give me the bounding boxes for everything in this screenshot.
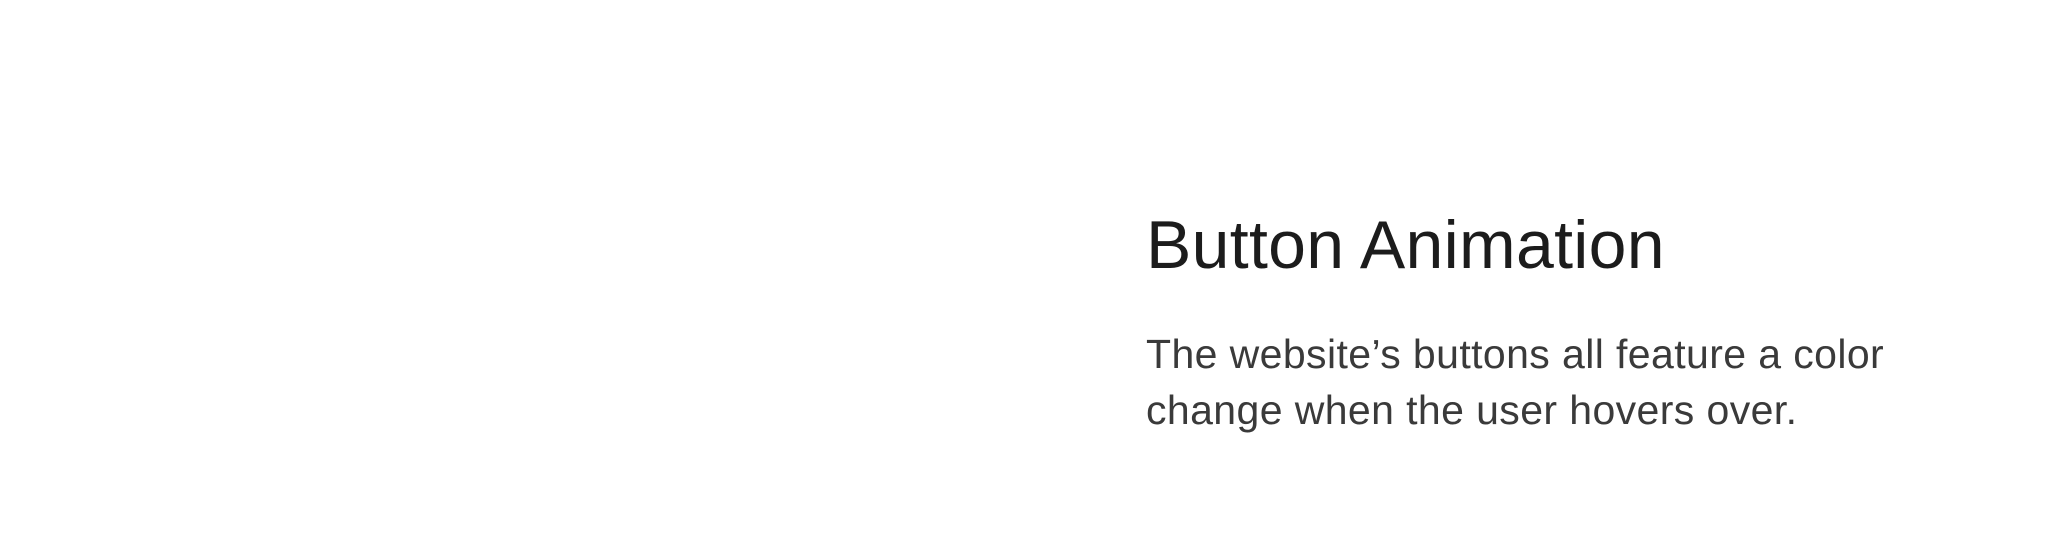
blank-panel xyxy=(0,0,1100,536)
section-title: Button Animation xyxy=(1146,207,1665,283)
section-description: The website’s buttons all feature a colo… xyxy=(1146,331,1885,433)
page-canvas: Button Animation The website’s buttons a… xyxy=(0,0,2048,536)
text-block: Button Animation The website’s buttons a… xyxy=(1146,200,1966,438)
